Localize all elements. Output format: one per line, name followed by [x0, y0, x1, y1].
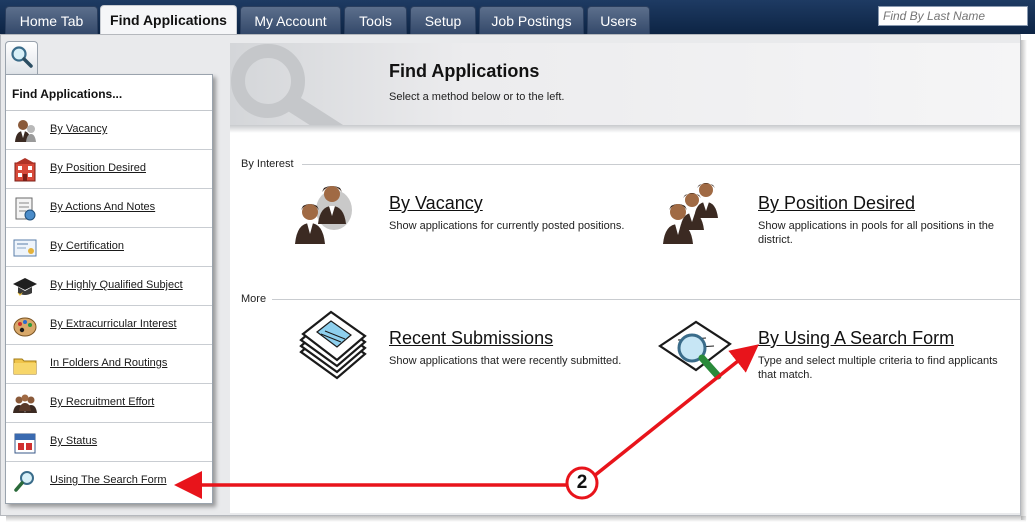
sidebar-item-by-highly-qualified-subject[interactable]: By Highly Qualified Subject	[6, 267, 212, 306]
header-divider	[230, 125, 1020, 133]
group-icon	[13, 394, 37, 413]
tab-find-applications[interactable]: Find Applications	[100, 5, 237, 35]
tab-users-label: Users	[600, 13, 637, 29]
recent-submissions-icon	[299, 310, 367, 380]
building-icon	[14, 158, 36, 182]
sidebar-item-by-certification[interactable]: By Certification	[6, 228, 212, 267]
sidebar-item-label: By Status	[50, 435, 98, 447]
option-by-position-desired-description: Show applications in pools for all posit…	[758, 220, 995, 246]
page-header: Find Applications Select a method below …	[230, 43, 1020, 125]
search-last-name-input[interactable]	[878, 6, 1028, 26]
sidebar-item-by-recruitment-effort[interactable]: By Recruitment Effort	[6, 384, 212, 423]
callout-number: 2	[576, 472, 588, 493]
sidebar-item-by-actions-and-notes[interactable]: By Actions And Notes	[6, 189, 212, 228]
sidebar-item-label: By Highly Qualified Subject	[50, 279, 183, 291]
find-applications-sidebar: Find Applications... By Vacancy By Posit…	[5, 74, 213, 504]
sidebar-title: Find Applications...	[6, 75, 212, 111]
section-label-more: More	[241, 293, 267, 305]
calendar-icon	[14, 433, 36, 454]
page-title: Find Applications	[389, 61, 540, 81]
sidebar-item-label: By Position Desired	[50, 162, 146, 174]
sidebar-item-by-status[interactable]: By Status	[6, 423, 212, 462]
tab-home-label: Home Tab	[19, 13, 84, 29]
tab-tools-label: Tools	[359, 13, 392, 29]
page-subtitle: Select a method below or to the left.	[389, 91, 565, 103]
section-divider	[302, 164, 1020, 165]
graduation-cap-icon	[13, 278, 37, 296]
tab-my-account-label: My Account	[254, 13, 327, 29]
position-desired-icon	[663, 183, 718, 244]
magnifier-icon	[14, 471, 34, 492]
tab-tools[interactable]: Tools	[344, 6, 407, 34]
option-by-vacancy-description: Show applications for currently posted p…	[389, 220, 625, 232]
sidebar-item-by-extracurricular-interest[interactable]: By Extracurricular Interest	[6, 306, 212, 345]
palette-icon	[13, 317, 37, 337]
person-icon	[15, 120, 36, 142]
sidebar-item-label: By Vacancy	[50, 123, 108, 135]
sidebar-item-label: Using The Search Form	[50, 474, 167, 486]
frame-right-shadow	[1021, 40, 1027, 520]
option-by-vacancy-link[interactable]: By Vacancy	[389, 193, 483, 214]
sidebar-item-label: By Extracurricular Interest	[50, 318, 177, 330]
header-magnifier-icon	[230, 43, 360, 125]
option-recent-submissions-description: Show applications that were recently sub…	[389, 355, 622, 367]
folder-icon	[13, 358, 37, 375]
certificate-icon	[13, 239, 37, 257]
sidebar-item-by-position-desired[interactable]: By Position Desired	[6, 150, 212, 189]
section-divider	[272, 299, 1020, 300]
tab-find-applications-label: Find Applications	[110, 12, 227, 28]
sidebar-item-in-folders-and-routings[interactable]: In Folders And Routings	[6, 345, 212, 384]
tab-my-account[interactable]: My Account	[240, 6, 341, 34]
tab-setup[interactable]: Setup	[410, 6, 476, 34]
notes-icon	[15, 197, 36, 221]
magnifier-icon	[11, 46, 33, 68]
sidebar-item-label: By Recruitment Effort	[50, 396, 155, 408]
vacancy-icon	[295, 186, 352, 244]
tab-job-postings[interactable]: Job Postings	[479, 6, 584, 34]
main-tab-bar: Home Tab Find Applications My Account To…	[0, 0, 1035, 35]
frame-shadow	[6, 516, 1026, 522]
sidebar-item-label: In Folders And Routings	[50, 357, 168, 369]
sidebar-item-using-the-search-form[interactable]: Using The Search Form	[6, 462, 212, 501]
option-by-using-a-search-form-link[interactable]: By Using A Search Form	[758, 328, 954, 349]
tab-users[interactable]: Users	[587, 6, 650, 34]
option-by-using-a-search-form-description: Type and select multiple criteria to fin…	[758, 355, 998, 381]
search-form-icon	[658, 320, 732, 380]
sidebar-search-toggle[interactable]	[5, 41, 38, 75]
tab-setup-label: Setup	[424, 13, 462, 29]
sidebar-item-label: By Certification	[50, 240, 124, 252]
option-by-position-desired-link[interactable]: By Position Desired	[758, 193, 915, 214]
tab-home[interactable]: Home Tab	[5, 6, 98, 34]
option-recent-submissions-link[interactable]: Recent Submissions	[389, 328, 553, 349]
sidebar-item-by-vacancy[interactable]: By Vacancy	[6, 111, 212, 150]
sidebar-item-label: By Actions And Notes	[50, 201, 156, 213]
tab-job-postings-label: Job Postings	[491, 13, 572, 29]
section-label-by-interest: By Interest	[241, 158, 294, 170]
main-panel: Find Applications Select a method below …	[230, 43, 1020, 513]
